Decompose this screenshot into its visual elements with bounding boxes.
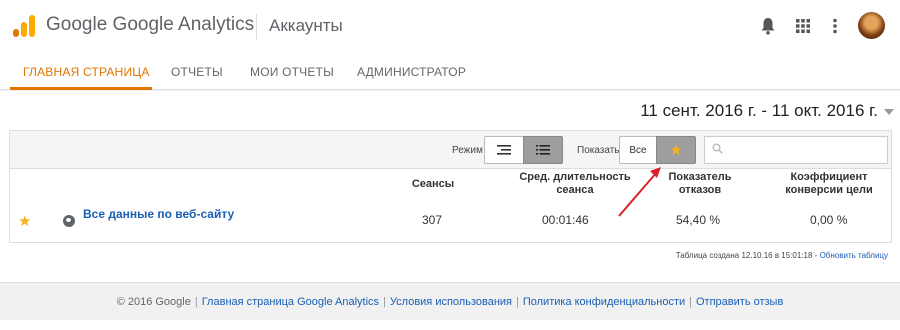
globe-icon — [63, 215, 75, 227]
avg-duration-value: 00:01:46 — [542, 213, 589, 227]
column-header-bounce-rate[interactable]: Показатель отказов — [661, 171, 739, 197]
account-selector[interactable]: Аккаунты — [269, 16, 343, 36]
show-label: Показать — [577, 145, 620, 156]
more-vert-icon[interactable] — [825, 16, 845, 36]
footer-link-terms[interactable]: Условия использования — [390, 296, 512, 308]
top-bar: Google Google Analytics Аккаунты — [0, 0, 900, 52]
star-icon: ★ — [669, 142, 683, 159]
list-icon — [536, 145, 550, 155]
user-avatar[interactable] — [858, 12, 885, 39]
footer-copyright: © 2016 Google — [116, 295, 191, 308]
apps-grid-icon[interactable] — [793, 16, 813, 36]
header-divider — [256, 14, 257, 40]
column-header-avg-duration[interactable]: Сред. длительность сеанса — [516, 171, 634, 197]
conversion-rate-value: 0,00 % — [810, 213, 848, 227]
column-header-sessions[interactable]: Сеансы — [393, 178, 473, 191]
compact-list-icon — [497, 145, 511, 155]
sessions-value: 307 — [422, 213, 443, 227]
mode-label: Режим — [452, 145, 483, 156]
bounce-rate-value: 54,40 % — [676, 213, 721, 227]
main-nav: ГЛАВНАЯ СТРАНИЦА ОТЧЕТЫ МОИ ОТЧЕТЫ АДМИН… — [0, 52, 900, 90]
brand-title[interactable]: Google Google Analytics — [46, 14, 254, 36]
show-starred-button[interactable]: ★ — [656, 136, 696, 164]
main-content: 11 сент. 2016 г. - 11 окт. 2016 г. Режим… — [0, 91, 900, 282]
footer-link-feedback[interactable]: Отправить отзыв — [696, 296, 783, 308]
footer-link-analytics-home[interactable]: Главная страница Google Analytics — [202, 296, 379, 308]
tab-home[interactable]: ГЛАВНАЯ СТРАНИЦА — [23, 65, 150, 79]
bottom-strip — [0, 320, 900, 330]
favorite-star-icon[interactable]: ★ — [18, 212, 31, 230]
accounts-table-panel: Режим Показать Все ★ Сеансы Сред. длител… — [9, 130, 892, 243]
active-tab-indicator — [10, 87, 152, 90]
tab-reports[interactable]: ОТЧЕТЫ — [171, 65, 223, 79]
date-range-selector[interactable]: 11 сент. 2016 г. - 11 окт. 2016 г. — [640, 101, 878, 121]
analytics-logo-icon[interactable] — [13, 15, 35, 37]
mode-list-button[interactable] — [523, 136, 563, 164]
search-input[interactable] — [704, 136, 888, 164]
tab-my-reports[interactable]: МОИ ОТЧЕТЫ — [250, 65, 334, 79]
chevron-down-icon[interactable] — [884, 109, 894, 115]
refresh-table-link[interactable]: Обновить таблицу — [820, 251, 888, 260]
mode-compact-button[interactable] — [484, 136, 524, 164]
property-view-link[interactable]: Все данные по веб-сайту — [83, 207, 234, 221]
tab-admin[interactable]: АДМИНИСТРАТОР — [357, 65, 466, 79]
table-toolbar: Режим Показать Все ★ — [10, 131, 891, 169]
page-footer: © 2016 Google | Главная страница Google A… — [0, 282, 900, 320]
table-created-note: Таблица создана 12.10.16 в 15:01:18 - Об… — [676, 251, 888, 260]
column-header-conversion-rate[interactable]: Коэффициент конверсии цели — [770, 171, 888, 197]
table-created-text: Таблица создана 12.10.16 в 15:01:18 - — [675, 251, 818, 260]
footer-link-privacy[interactable]: Политика конфиденциальности — [523, 296, 685, 308]
bell-icon[interactable] — [758, 16, 778, 36]
show-all-button[interactable]: Все — [619, 136, 657, 164]
search-icon — [712, 143, 723, 157]
